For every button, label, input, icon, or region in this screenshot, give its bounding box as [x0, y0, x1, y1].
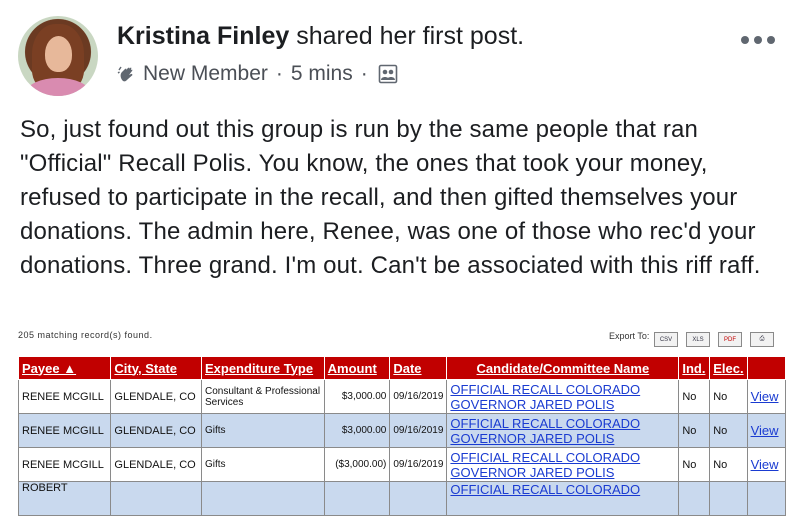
ind-cell: No: [678, 413, 711, 448]
payee-cell: RENEE MCGILL: [17, 413, 112, 448]
pdf-icon[interactable]: PDF: [718, 332, 742, 347]
city-cell: GLENDALE, CO: [110, 379, 202, 414]
elec-cell: No: [709, 379, 748, 414]
post-author-line: Kristina Finley shared her first post.: [117, 22, 524, 51]
amount-cell: [323, 481, 391, 516]
print-icon[interactable]: ⎙: [750, 332, 774, 347]
date-cell: [389, 481, 448, 516]
ind-cell: No: [678, 379, 711, 414]
type-cell: [200, 481, 325, 516]
author-name-link[interactable]: Kristina Finley: [117, 22, 289, 50]
elec-cell: No: [709, 447, 748, 482]
export-icons: CSV XLS PDF ⎙: [654, 332, 774, 347]
waving-hand-icon: [117, 66, 133, 82]
post-time-link[interactable]: 5 mins: [291, 62, 353, 86]
view-link[interactable]: View: [746, 379, 786, 414]
payee-cell: ROBERT: [17, 481, 112, 516]
type-cell: Consultant & Professional Services: [200, 379, 325, 414]
candidate-link[interactable]: OFFICIAL RECALL COLORADO GOVERNOR JARED …: [446, 447, 680, 482]
amount-cell: ($3,000.00): [323, 447, 391, 482]
date-cell: 09/16/2019: [389, 413, 448, 448]
more-dot: [767, 36, 775, 44]
view-link[interactable]: [746, 481, 786, 516]
member-badge: New Member: [143, 62, 268, 85]
city-cell: GLENDALE, CO: [110, 413, 202, 448]
avatar-face: [45, 36, 72, 72]
amount-cell: $3,000.00: [323, 379, 391, 414]
table-row: RENEE MCGILL GLENDALE, CO Gifts $3,000.0…: [17, 413, 786, 448]
view-link[interactable]: View: [746, 447, 786, 482]
author-avatar[interactable]: [18, 16, 98, 96]
expenditure-table: Payee ▲ City, State Expenditure Type Amo…: [17, 356, 786, 516]
table-row: RENEE MCGILL GLENDALE, CO Consultant & P…: [17, 379, 786, 414]
date-cell: 09/16/2019: [389, 447, 448, 482]
elec-cell: No: [709, 413, 748, 448]
more-options-icon[interactable]: [738, 28, 778, 52]
table-header-row: Payee ▲ City, State Expenditure Type Amo…: [17, 356, 786, 380]
type-cell: Gifts: [200, 413, 325, 448]
more-dot: [741, 36, 749, 44]
col-expenditure-type[interactable]: Expenditure Type: [200, 356, 325, 380]
attached-image[interactable]: 205 matching record(s) found. Export To:…: [14, 328, 786, 518]
more-dot: [754, 36, 762, 44]
post-action-text: shared her first post.: [296, 22, 525, 50]
col-candidate[interactable]: Candidate/Committee Name: [446, 356, 680, 380]
col-amount[interactable]: Amount: [323, 356, 391, 380]
city-cell: [110, 481, 202, 516]
ind-cell: [678, 481, 711, 516]
city-cell: GLENDALE, CO: [110, 447, 202, 482]
candidate-link[interactable]: OFFICIAL RECALL COLORADO GOVERNOR JARED …: [446, 413, 680, 448]
post-meta: New Member · 5 mins ·: [117, 62, 398, 86]
records-found-text: 205 matching record(s) found.: [18, 330, 153, 340]
separator: ·: [360, 62, 368, 85]
payee-cell: RENEE MCGILL: [17, 379, 112, 414]
col-view: [746, 356, 786, 380]
candidate-link[interactable]: OFFICIAL RECALL COLORADO GOVERNOR JARED …: [446, 379, 680, 414]
col-payee[interactable]: Payee ▲: [17, 356, 112, 380]
col-elec[interactable]: Elec.: [709, 356, 748, 380]
col-date[interactable]: Date: [389, 356, 448, 380]
table-row: RENEE MCGILL GLENDALE, CO Gifts ($3,000.…: [17, 447, 786, 482]
col-city-state[interactable]: City, State: [110, 356, 202, 380]
col-ind[interactable]: Ind.: [678, 356, 711, 380]
candidate-link[interactable]: OFFICIAL RECALL COLORADO: [446, 481, 680, 516]
payee-cell: RENEE MCGILL: [17, 447, 112, 482]
type-cell: Gifts: [200, 447, 325, 482]
ind-cell: No: [678, 447, 711, 482]
post-text: So, just found out this group is run by …: [20, 116, 761, 279]
date-cell: 09/16/2019: [389, 379, 448, 414]
table-row: ROBERT OFFICIAL RECALL COLORADO: [17, 481, 786, 516]
separator: ·: [275, 62, 283, 85]
group-members-icon[interactable]: [378, 64, 398, 84]
view-link[interactable]: View: [746, 413, 786, 448]
amount-cell: $3,000.00: [323, 413, 391, 448]
csv-icon[interactable]: CSV: [654, 332, 678, 347]
elec-cell: [709, 481, 748, 516]
excel-icon[interactable]: XLS: [686, 332, 710, 347]
export-label: Export To:: [609, 331, 650, 341]
